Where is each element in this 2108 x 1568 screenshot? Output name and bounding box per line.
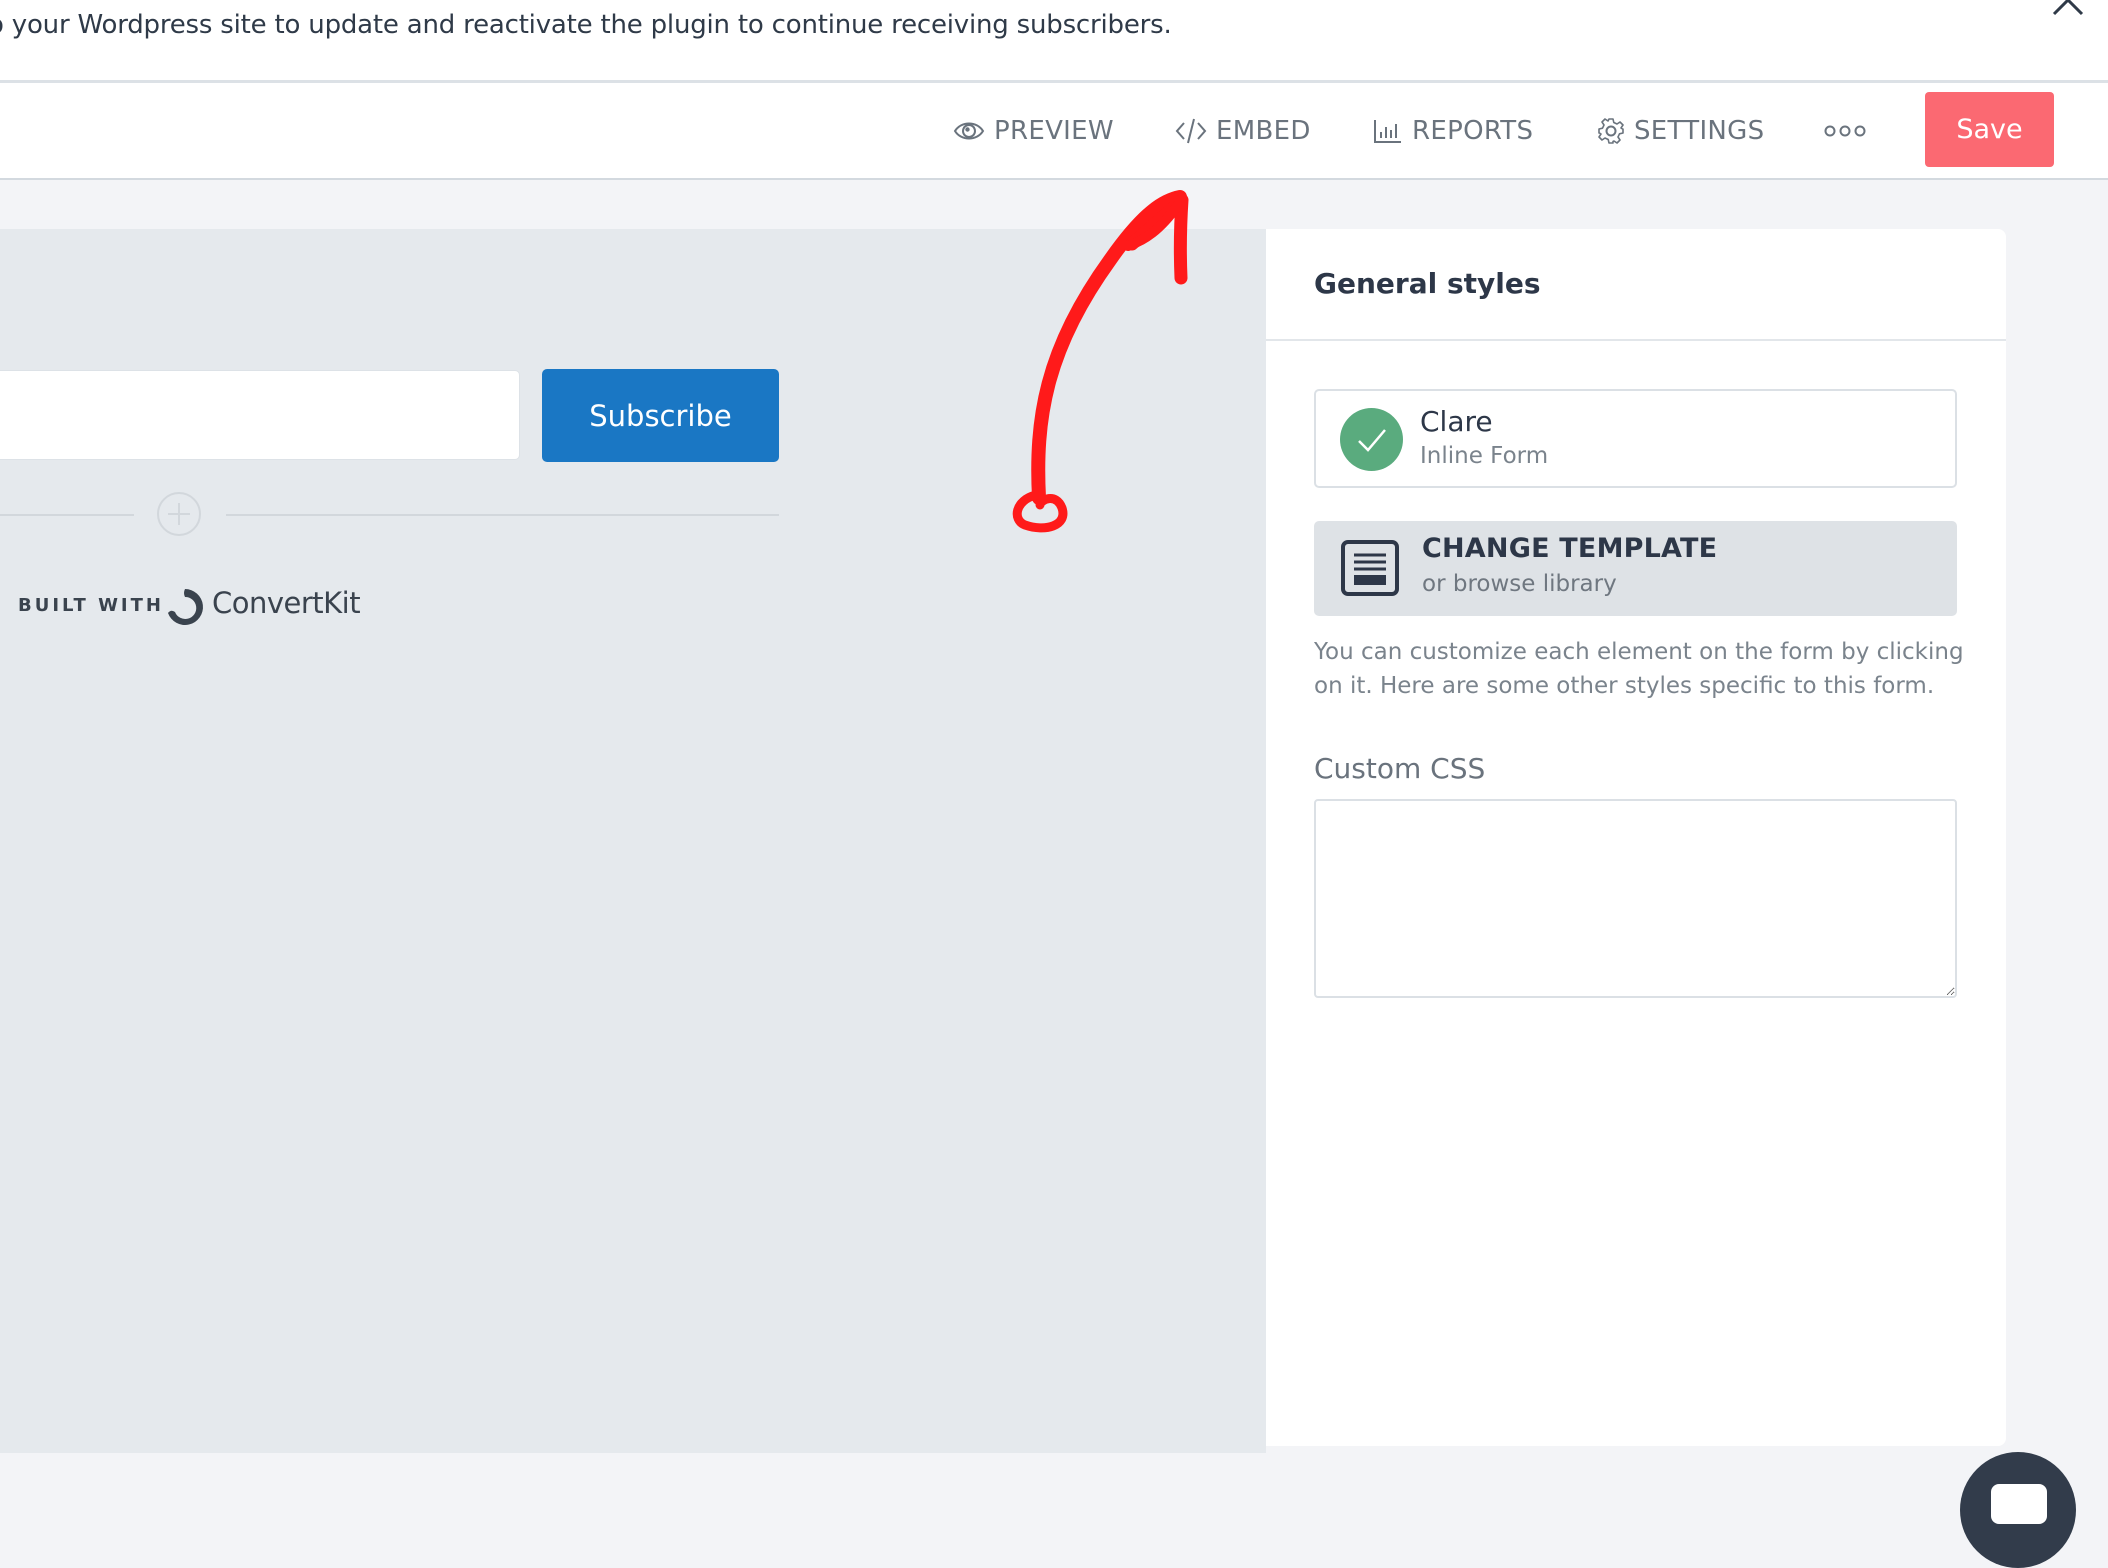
embed-label: EMBED — [1216, 115, 1311, 146]
embed-button[interactable]: EMBED — [1175, 83, 1311, 178]
built-with-label: BUILT WITH — [18, 595, 164, 616]
notification-banner: o your Wordpress site to update and reac… — [0, 0, 2108, 83]
reports-button[interactable]: REPORTS — [1373, 83, 1533, 178]
custom-css-textarea[interactable] — [1314, 799, 1957, 998]
chat-icon[interactable] — [1960, 1452, 2076, 1568]
help-text: You can customize each element on the fo… — [1314, 639, 1964, 699]
preview-label: PREVIEW — [994, 115, 1114, 146]
reports-label: REPORTS — [1412, 115, 1534, 146]
change-template-button[interactable]: CHANGE TEMPLATE or browse library — [1314, 521, 1957, 616]
divider — [226, 514, 779, 516]
brand-name: ConvertKit — [212, 586, 361, 620]
editor-toolbar: PREVIEW EMBED REPORTS SETTINGS Save — [0, 83, 2108, 180]
browse-library-link[interactable]: or browse library — [1422, 571, 1617, 597]
code-icon — [1175, 118, 1207, 143]
styles-panel: General styles Clare Inline Form CHANGE … — [1266, 229, 2006, 1446]
settings-label: SETTINGS — [1634, 115, 1765, 146]
custom-css-label: Custom CSS — [1314, 752, 1486, 785]
form-card[interactable]: Clare Inline Form — [1314, 389, 1957, 488]
plus-circle-icon[interactable] — [157, 492, 201, 536]
close-icon[interactable] — [2050, 0, 2086, 18]
template-icon — [1341, 540, 1399, 596]
more-dots-icon — [1824, 125, 1866, 136]
convertkit-logo-icon — [168, 589, 203, 625]
template-title: CHANGE TEMPLATE — [1422, 533, 1718, 564]
form-type: Inline Form — [1420, 443, 1549, 469]
gear-icon — [1598, 117, 1624, 144]
bar-chart-icon — [1374, 119, 1401, 143]
email-input[interactable] — [0, 370, 520, 460]
panel-title: General styles — [1314, 267, 1541, 300]
divider — [1266, 339, 2006, 341]
check-circle-icon — [1340, 408, 1403, 471]
subscribe-button[interactable]: Subscribe — [542, 369, 779, 462]
form-canvas: Subscribe BUILT WITH ConvertKit — [0, 229, 1266, 1453]
save-button[interactable]: Save — [1925, 92, 2054, 167]
eye-icon — [953, 122, 985, 139]
form-name: Clare — [1420, 405, 1493, 438]
banner-message: o your Wordpress site to update and reac… — [0, 10, 1172, 40]
divider — [0, 514, 134, 516]
settings-button[interactable]: SETTINGS — [1597, 83, 1764, 178]
preview-button[interactable]: PREVIEW — [953, 83, 1114, 178]
more-options-button[interactable] — [1824, 83, 1875, 178]
